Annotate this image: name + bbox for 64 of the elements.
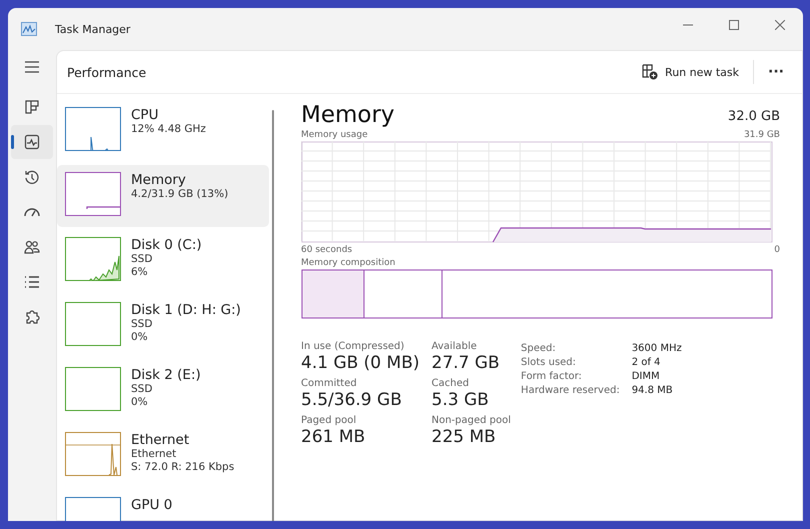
stat-value: 261 MB — [301, 426, 366, 448]
new-task-icon — [642, 64, 658, 80]
device-detail: 12% 4.48 GHz — [131, 123, 206, 136]
stat-label: Cached — [432, 378, 470, 389]
device-item[interactable]: Disk 1 (D: H: G:) SSD 0% — [57, 295, 269, 357]
property-value: 3600 MHz — [632, 343, 682, 354]
users-icon — [23, 238, 41, 256]
device-detail: SSD — [131, 253, 154, 266]
stat-label: Committed — [301, 378, 358, 389]
time-axis-label: 60 seconds — [301, 245, 352, 255]
device-name: Disk 0 (C:) — [131, 237, 202, 253]
device-item[interactable]: Memory 4.2/31.9 GB (13%) — [57, 165, 269, 227]
device-item[interactable]: GPU 0 — [57, 490, 269, 521]
device-detail: 0% — [131, 396, 149, 409]
detail-title: Memory — [301, 102, 395, 128]
device-item[interactable]: CPU 12% 4.48 GHz — [57, 100, 269, 162]
window-title: Task Manager — [55, 22, 130, 36]
device-detail: SSD — [131, 318, 154, 331]
axis-min-label: 0 — [774, 245, 780, 255]
grid-icon — [23, 98, 41, 116]
device-detail: 0% — [131, 331, 149, 344]
stat-label: Available — [432, 341, 478, 352]
device-detail: 4.2/31.9 GB (13%) — [131, 188, 228, 201]
history-icon — [23, 168, 41, 186]
property-value: 94.8 MB — [632, 385, 674, 396]
device-name: Disk 2 (E:) — [131, 367, 201, 383]
stat-value: 5.5/36.9 GB — [301, 389, 403, 411]
device-name: Disk 1 (D: H: G:) — [131, 302, 241, 318]
total-memory: 32.0 GB — [728, 109, 780, 124]
device-name: Ethernet — [131, 432, 190, 448]
pulse-chart-icon — [23, 133, 41, 151]
device-item[interactable]: Disk 0 (C:) SSD 6% — [57, 230, 269, 292]
composition-label: Memory composition — [301, 258, 396, 268]
device-detail: 6% — [131, 266, 149, 279]
device-name: Memory — [131, 172, 187, 188]
property-value: 2 of 4 — [632, 357, 662, 368]
device-item[interactable]: Disk 2 (E:) SSD 0% — [57, 360, 269, 422]
device-item[interactable]: Ethernet Ethernet S: 72.0 R: 216 Kbps — [57, 425, 269, 487]
graph-max-label: 31.9 GB — [744, 130, 780, 140]
property-label: Speed: — [520, 343, 557, 354]
device-name: GPU 0 — [131, 497, 172, 513]
property-label: Hardware reserved: — [520, 385, 620, 396]
close-icon — [775, 20, 785, 30]
nav-button[interactable] — [11, 125, 53, 159]
run-new-task-button[interactable]: Run new task — [636, 60, 746, 84]
app-chart-icon — [21, 22, 37, 36]
stat-label: In use (Compressed) — [301, 341, 406, 352]
stat-label: Non-paged pool — [432, 415, 511, 426]
device-detail: Ethernet — [131, 448, 178, 461]
stat-value: 27.7 GB — [432, 352, 501, 374]
more-button[interactable]: ··· — [762, 62, 790, 82]
graph-label: Memory usage — [301, 130, 368, 140]
stat-value: 225 MB — [432, 426, 497, 448]
property-label: Slots used: — [520, 357, 577, 368]
stat-value: 5.3 GB — [432, 389, 490, 411]
device-detail: S: 72.0 R: 216 Kbps — [131, 461, 234, 474]
page-title: Performance — [67, 64, 146, 80]
property-label: Form factor: — [520, 371, 583, 382]
device-name: CPU — [131, 107, 160, 123]
stat-label: Paged pool — [301, 415, 358, 426]
device-detail: SSD — [131, 383, 154, 396]
stat-value: 4.1 GB (0 MB) — [301, 352, 420, 374]
property-value: DIMM — [632, 371, 661, 382]
maximize-icon — [729, 20, 739, 30]
